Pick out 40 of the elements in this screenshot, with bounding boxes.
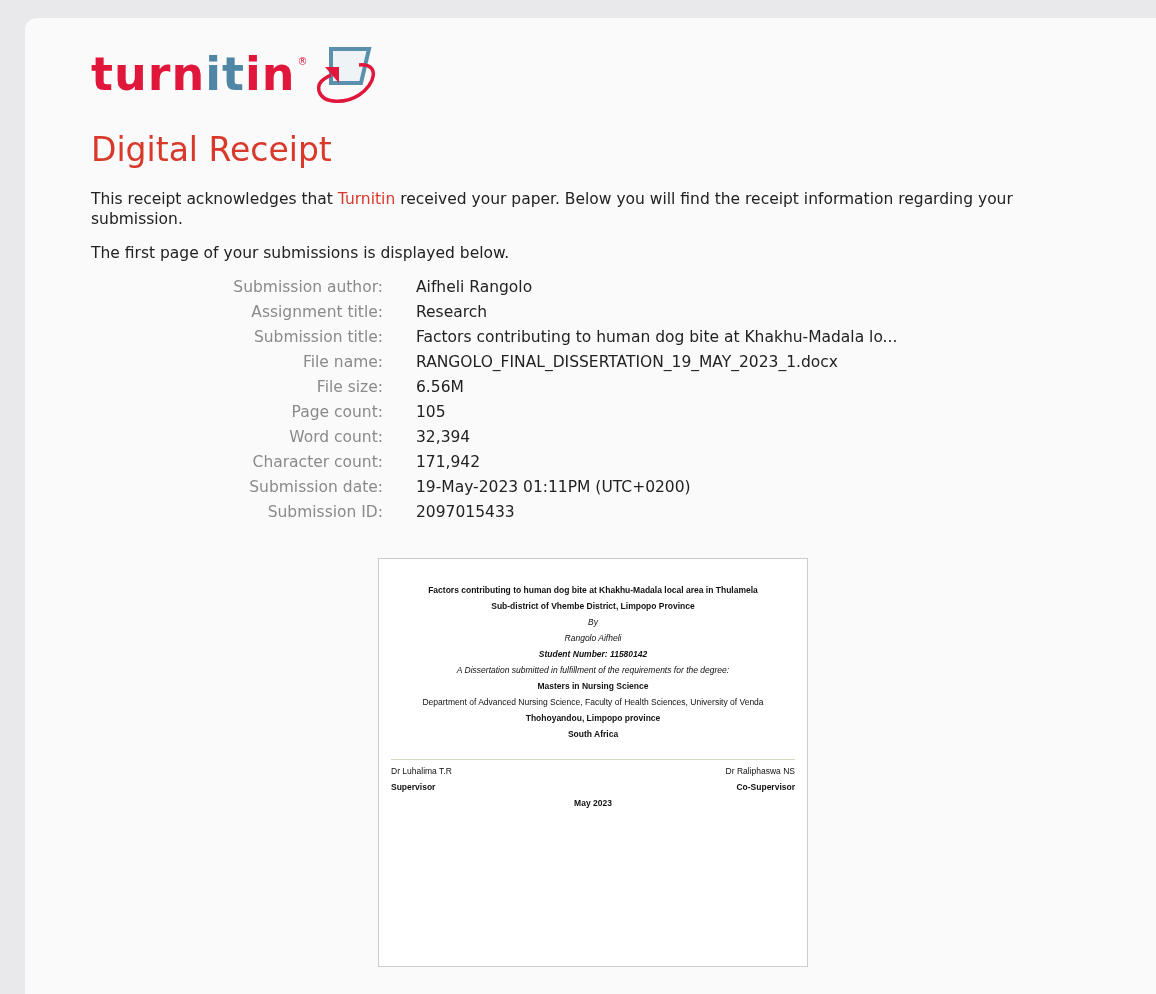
document-line: Masters in Nursing Science: [537, 681, 649, 691]
document-line: Department of Advanced Nursing Science, Faculty of Health Sciences, University of Venda: [422, 697, 764, 707]
detail-label: File size:: [316, 377, 383, 398]
document-line: By: [588, 617, 598, 627]
detail-value: 19-May-2023 01:11PM (UTC+0200): [416, 477, 691, 498]
detail-label: Page count:: [291, 402, 383, 423]
detail-label: Character count:: [252, 452, 383, 473]
detail-value: 32,394: [416, 427, 471, 448]
signatory-role: Supervisor: [391, 782, 437, 792]
signatory-name: Dr Luhalima T.R: [391, 766, 452, 776]
detail-label: Submission title:: [253, 327, 383, 348]
document-line: Thohoyandou, Limpopo province: [525, 713, 661, 723]
detail-label: File name:: [302, 352, 383, 373]
detail-value: 105: [416, 402, 446, 423]
detail-value: RANGOLO_FINAL_DISSERTATION_19_MAY_2023_1.docx: [416, 352, 838, 373]
registered-mark: ®: [297, 56, 308, 67]
signatory-role: Co-Supervisor: [736, 782, 795, 792]
note-text: The first page of your submissions is displayed below.: [91, 244, 511, 262]
document-line: South Africa: [567, 729, 619, 739]
detail-label: Word count:: [289, 427, 383, 448]
detail-label: Submission date:: [249, 477, 383, 498]
document-line: Sub-district of Vhembe District, Limpopo Province: [491, 601, 695, 611]
document-line: Student Number: 11580142: [538, 649, 648, 659]
detail-label: Submission author:: [233, 277, 383, 298]
detail-value: 171,942: [416, 452, 481, 473]
detail-value: Factors contributing to human dog bite at Khakhu-Madala lo...: [416, 327, 898, 348]
intro-paragraph: This receipt acknowledges that Turnitin received your paper. Below you will find the receipt information regarding your submission.: [91, 189, 1014, 229]
signatory-name: Dr Raliphaswa NS: [725, 766, 795, 776]
detail-label: Submission ID:: [267, 502, 383, 523]
detail-value: 2097015433: [416, 502, 515, 523]
detail-value: Aifheli Rangolo: [416, 277, 533, 298]
detail-value: 6.56M: [416, 377, 464, 398]
document-line: A Dissertation submitted in fulfillment of the requirements for the degree:: [456, 665, 730, 675]
document-line: Rangolo Aifheli: [564, 633, 622, 643]
detail-label: Assignment title:: [251, 302, 383, 323]
page-title: Digital Receipt: [91, 130, 333, 169]
detail-value: Research: [416, 302, 488, 323]
document-date: May 2023: [574, 798, 612, 808]
document-line: Factors contributing to human dog bite at Khakhu-Madala local area in Thulamela: [428, 585, 758, 595]
logo-text: turnitin: [91, 51, 296, 97]
